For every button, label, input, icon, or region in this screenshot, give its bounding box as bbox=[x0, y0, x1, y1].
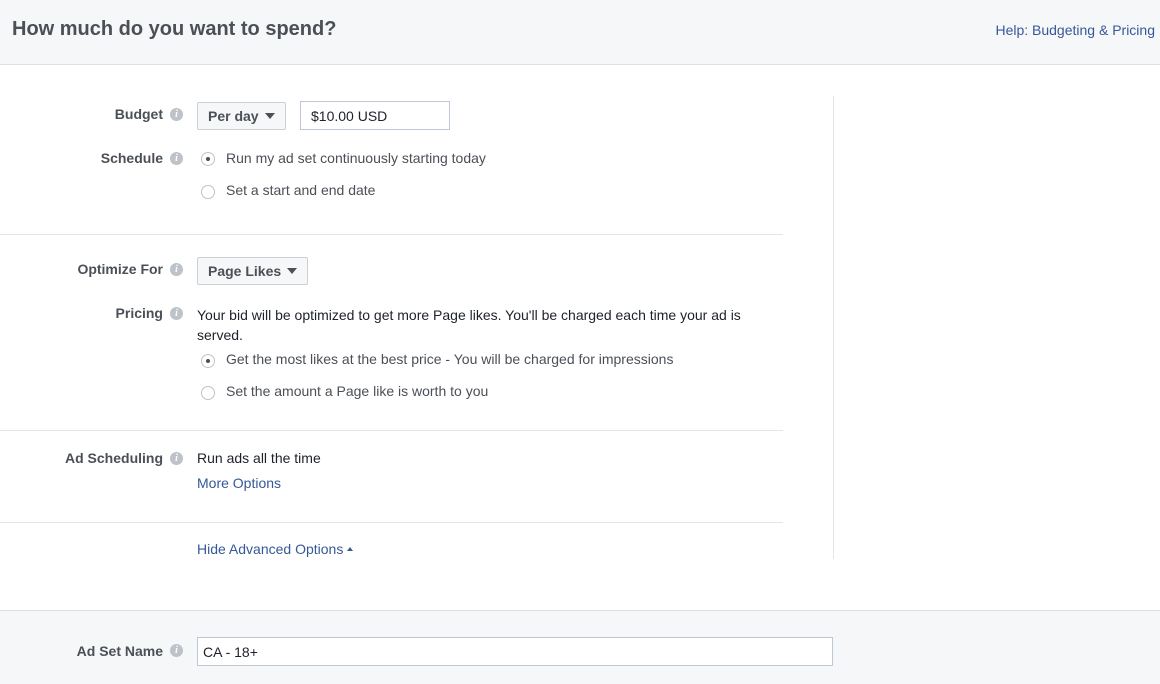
budget-amount-input[interactable] bbox=[300, 101, 450, 130]
pricing-best-price-label[interactable]: Get the most likes at the best price - Y… bbox=[226, 351, 673, 367]
budget-label: Budget bbox=[114, 106, 163, 122]
section-divider bbox=[0, 522, 783, 523]
ad-scheduling-value: Run ads all the time bbox=[197, 450, 321, 466]
page-title: How much do you want to spend? bbox=[12, 18, 337, 40]
budget-period-value: Per day bbox=[208, 108, 259, 124]
ad-scheduling-info-icon[interactable]: i bbox=[170, 452, 183, 465]
page-header: How much do you want to spend? Help: Bud… bbox=[0, 0, 1160, 65]
optimize-for-dropdown[interactable]: Page Likes bbox=[197, 257, 309, 285]
column-divider bbox=[833, 96, 834, 559]
caret-down-icon bbox=[287, 267, 298, 274]
schedule-info-icon[interactable]: i bbox=[170, 152, 183, 165]
schedule-date-range-label[interactable]: Set a start and end date bbox=[226, 182, 375, 198]
ad-set-name-input[interactable] bbox=[197, 637, 833, 666]
schedule-continuous-radio[interactable] bbox=[201, 152, 215, 166]
ad-set-name-info-icon[interactable]: i bbox=[170, 644, 183, 657]
hide-advanced-options-label: Hide Advanced Options bbox=[197, 541, 344, 557]
section-divider bbox=[0, 430, 783, 431]
pricing-info-icon[interactable]: i bbox=[170, 307, 183, 320]
schedule-date-range-radio[interactable] bbox=[201, 185, 215, 199]
pricing-description: Your bid will be optimized to get more P… bbox=[197, 307, 741, 343]
ad-set-name-section: Ad Set Name i bbox=[0, 610, 1160, 684]
pricing-best-price-radio[interactable] bbox=[201, 354, 215, 368]
pricing-manual-bid-radio[interactable] bbox=[201, 386, 215, 400]
optimize-for-label: Optimize For bbox=[77, 261, 163, 277]
pricing-manual-bid-label[interactable]: Set the amount a Page like is worth to y… bbox=[226, 383, 488, 399]
hide-advanced-options-link[interactable]: Hide Advanced Options bbox=[197, 541, 354, 557]
ad-set-name-label: Ad Set Name bbox=[76, 643, 163, 659]
help-budgeting-link[interactable]: Help: Budgeting & Pricing bbox=[995, 22, 1155, 38]
optimize-for-value: Page Likes bbox=[208, 263, 282, 279]
ad-scheduling-label: Ad Scheduling bbox=[65, 450, 163, 466]
caret-up-icon bbox=[347, 546, 354, 551]
section-divider bbox=[0, 234, 783, 235]
schedule-label: Schedule bbox=[100, 150, 163, 166]
budget-period-dropdown[interactable]: Per day bbox=[197, 102, 286, 130]
schedule-continuous-label[interactable]: Run my ad set continuously starting toda… bbox=[226, 150, 486, 166]
optimize-for-info-icon[interactable]: i bbox=[170, 263, 183, 276]
pricing-label: Pricing bbox=[115, 305, 163, 321]
more-options-link[interactable]: More Options bbox=[197, 475, 281, 491]
budget-info-icon[interactable]: i bbox=[170, 108, 183, 121]
caret-down-icon bbox=[264, 112, 275, 119]
